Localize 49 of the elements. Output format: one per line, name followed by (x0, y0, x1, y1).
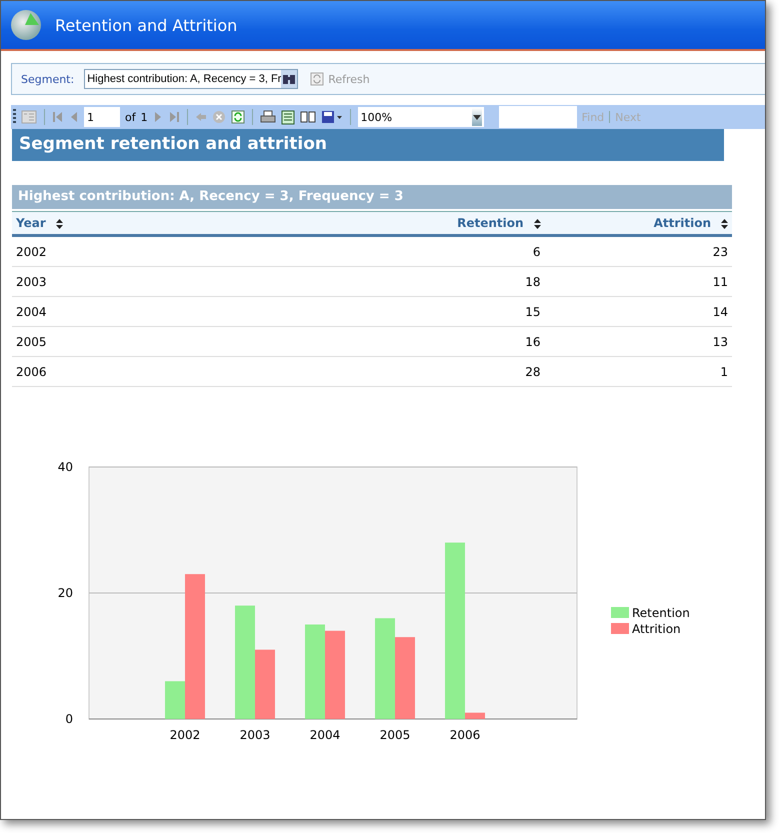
table-cell: 2003 (12, 266, 137, 296)
table-cell: 28 (136, 356, 545, 386)
axis-category-label: 2006 (450, 728, 480, 742)
axis-category-label: 2002 (170, 728, 200, 742)
axis-tick-label: 0 (65, 712, 73, 726)
refresh-icon (310, 72, 324, 86)
table-cell: 13 (544, 326, 732, 356)
table-cell: 6 (136, 236, 545, 266)
legend-label: Retention (632, 606, 690, 620)
table-cell: 2002 (12, 236, 137, 266)
page-count: 1 (140, 110, 148, 124)
axis-category-label: 2004 (310, 728, 340, 742)
table-cell: 23 (544, 236, 732, 266)
of-label: of (125, 110, 136, 124)
table-cell: 18 (136, 266, 545, 296)
table-cell: 1 (544, 356, 732, 386)
axis-tick-label: 20 (58, 586, 73, 600)
book-icon[interactable] (300, 110, 316, 124)
grip-handle[interactable] (13, 109, 16, 125)
table-cell: 2006 (12, 356, 137, 386)
column-header[interactable]: Retention (136, 212, 545, 236)
refresh-icon[interactable] (230, 110, 245, 124)
save-icon[interactable] (320, 110, 343, 124)
table-cell: 11 (544, 266, 732, 296)
sort-icon[interactable] (534, 218, 541, 229)
app-icon (11, 10, 41, 40)
table-cell: 14 (544, 296, 732, 326)
axis-tick-label: 40 (58, 460, 73, 474)
legend-label: Attrition (632, 622, 681, 636)
group-title: Highest contribution: A, Recency = 3, Frequency = 3 (12, 185, 732, 209)
zoom-dropdown[interactable]: 100% (358, 107, 484, 127)
find-field[interactable] (498, 106, 577, 128)
print-icon[interactable] (260, 110, 276, 124)
table-cell: 2004 (12, 296, 137, 326)
window-title: Retention and Attrition (55, 16, 238, 34)
sort-icon[interactable] (721, 218, 728, 229)
page-number-field[interactable]: 1 (84, 107, 120, 127)
axis-category-label: 2003 (240, 728, 270, 742)
column-header[interactable]: Year (12, 212, 137, 236)
report-title: Segment retention and attrition (12, 129, 724, 161)
segment-field[interactable]: Highest contribution: A, Recency = 3, Fr (84, 69, 298, 89)
axis-category-label: 2005 (380, 728, 410, 742)
column-header[interactable]: Attrition (544, 212, 732, 236)
page-layout-icon[interactable] (280, 110, 295, 124)
table-cell: 15 (136, 296, 545, 326)
segment-label: Segment: (21, 72, 74, 86)
table-cell: 2005 (12, 326, 137, 356)
sort-icon[interactable] (56, 218, 63, 229)
table-cell: 16 (136, 326, 545, 356)
